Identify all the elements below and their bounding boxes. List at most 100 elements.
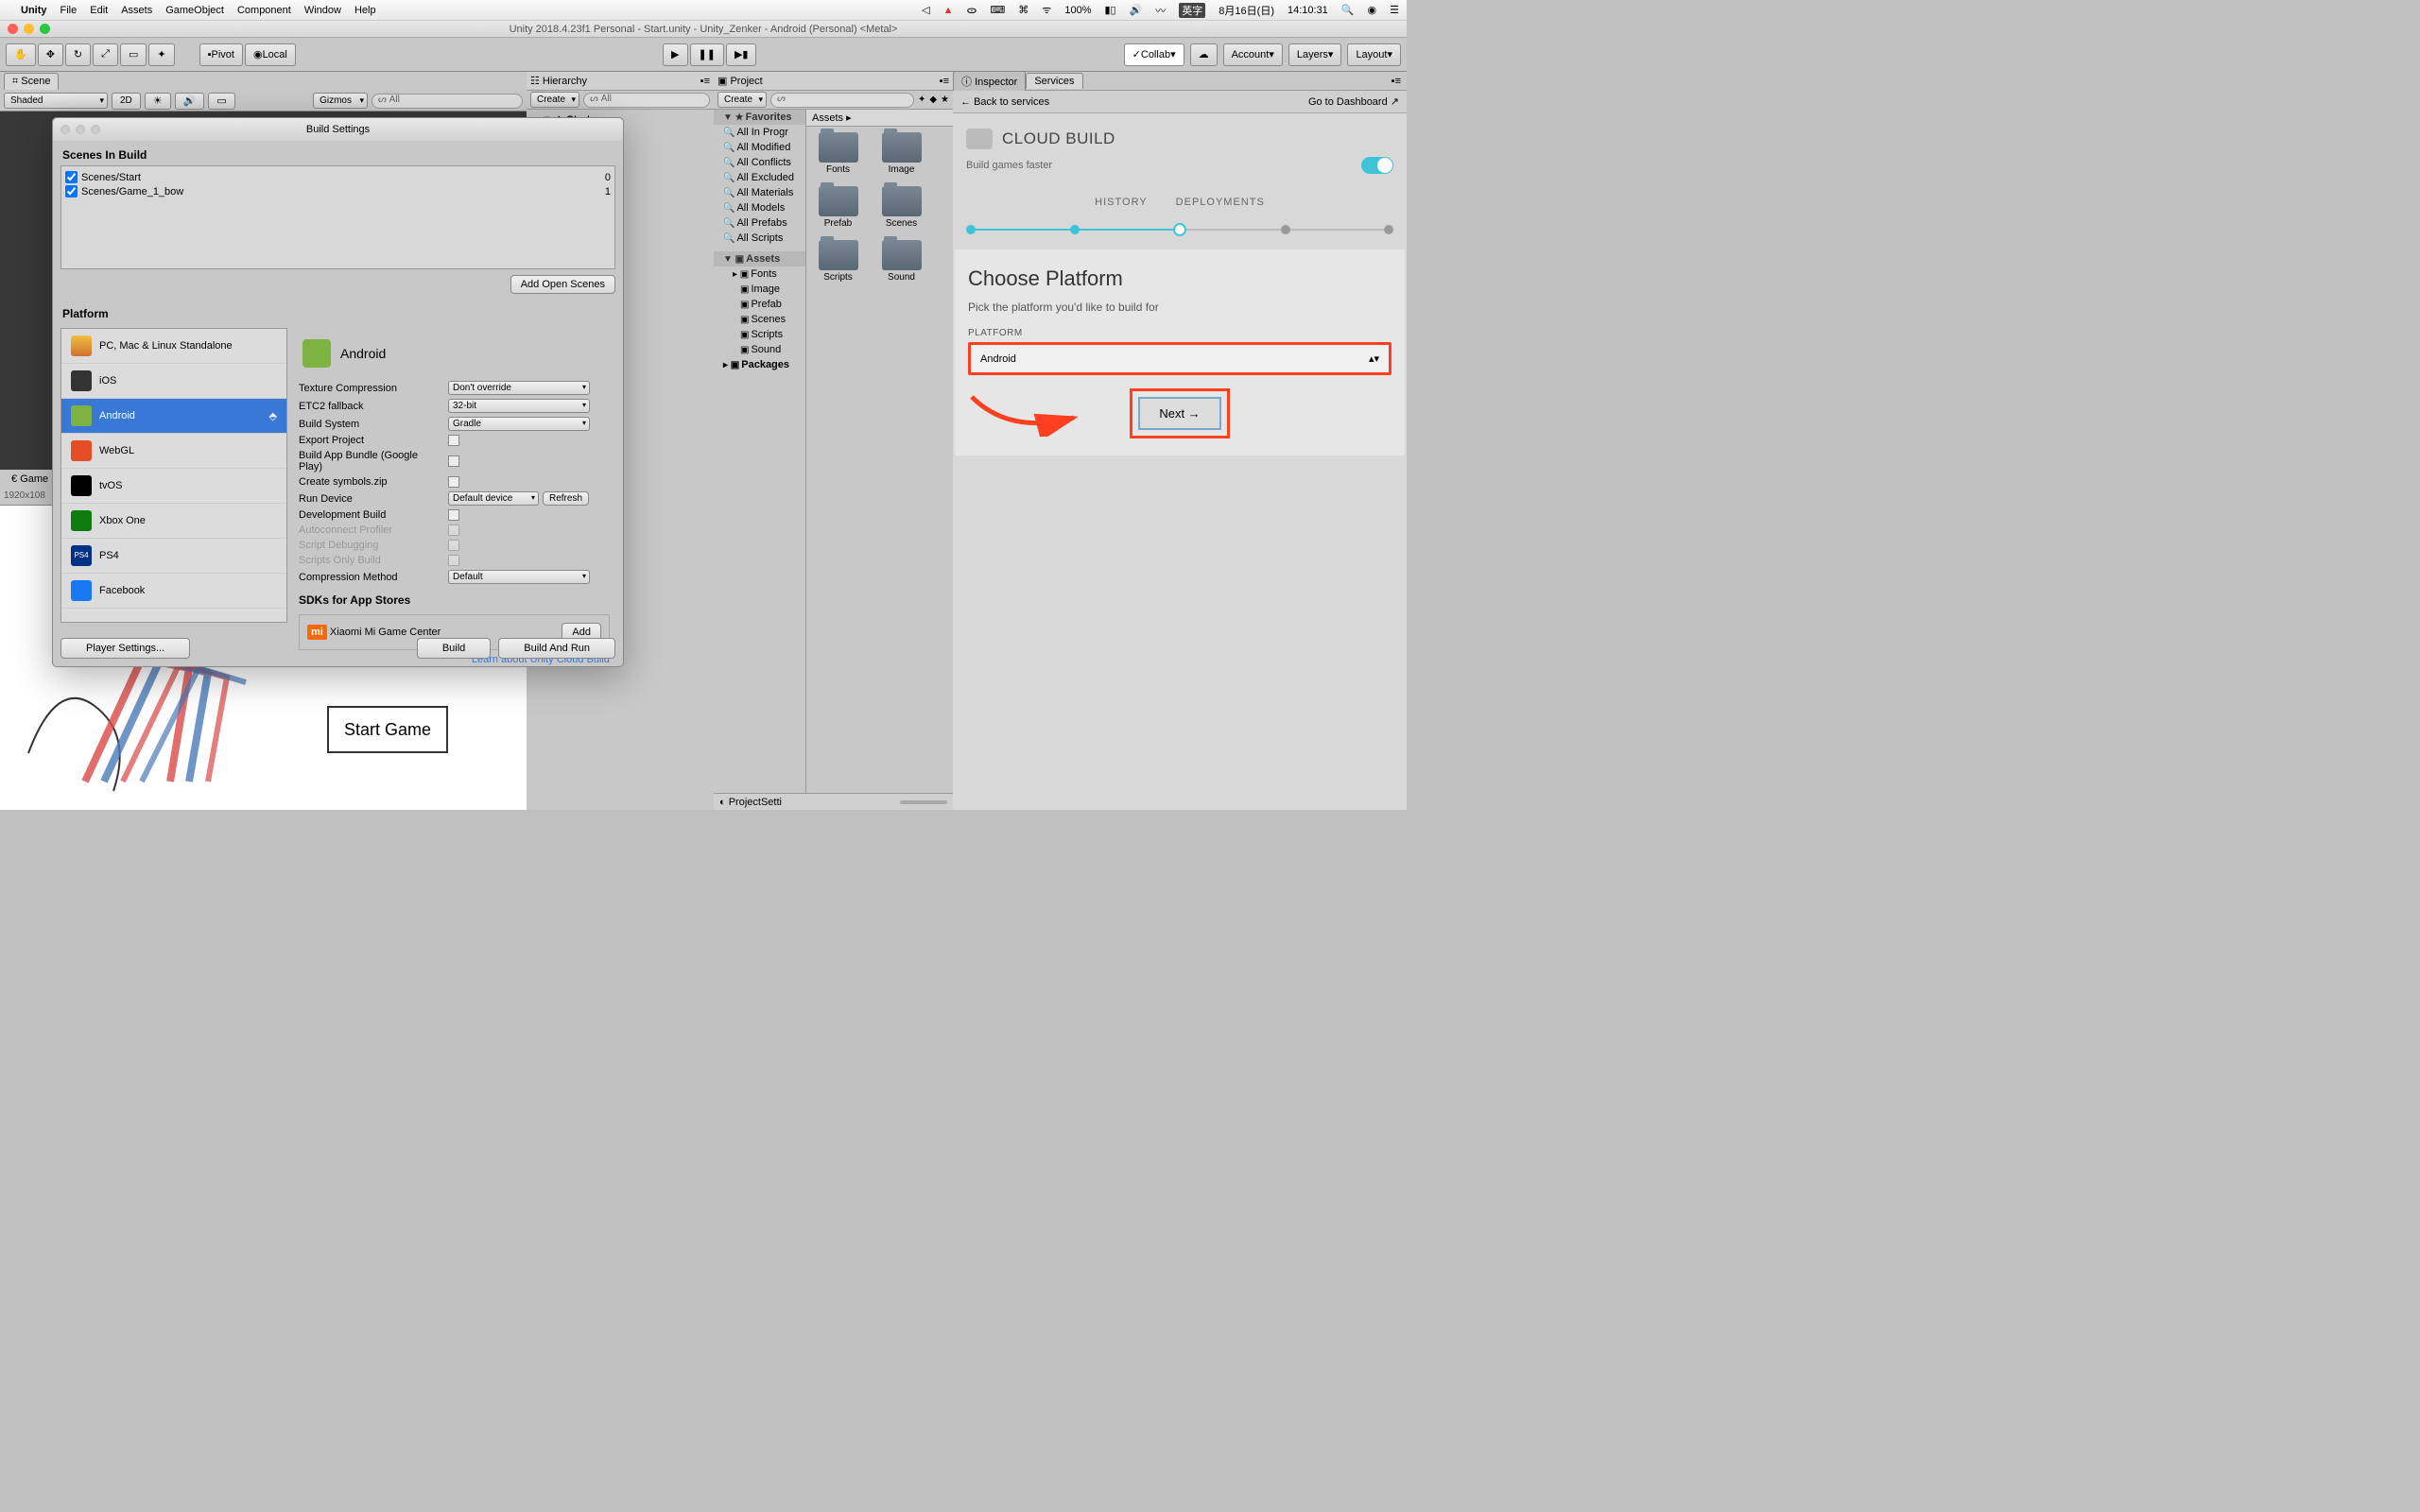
- scenes-list[interactable]: Scenes/Start0 Scenes/Game_1_bow1: [60, 165, 615, 269]
- asset-folder[interactable]: ▸ ▣ Fonts: [714, 266, 805, 282]
- menu-file[interactable]: File: [60, 5, 78, 16]
- fav-item[interactable]: 🔍 All Models: [714, 200, 805, 215]
- minimize-window-icon[interactable]: [24, 24, 34, 34]
- history-tab[interactable]: HISTORY: [1095, 197, 1148, 208]
- deployments-tab[interactable]: DEPLOYMENTS: [1176, 197, 1265, 208]
- menu-help[interactable]: Help: [354, 5, 376, 16]
- asset-folder[interactable]: ▣ Prefab: [714, 297, 805, 312]
- scene-checkbox[interactable]: [65, 171, 78, 183]
- start-game-button[interactable]: Start Game: [327, 706, 448, 753]
- spotlight-icon[interactable]: 🔍: [1341, 4, 1355, 16]
- volume-icon[interactable]: 🔊: [1130, 4, 1143, 16]
- fav-item[interactable]: 🔍 All Materials: [714, 185, 805, 200]
- next-button[interactable]: Next →: [1138, 397, 1220, 430]
- audio-toggle[interactable]: 🔊: [175, 93, 205, 110]
- rect-tool[interactable]: ▭: [120, 43, 147, 66]
- scene-checkbox[interactable]: [65, 185, 78, 198]
- folder-image[interactable]: Image: [875, 132, 927, 175]
- project-search[interactable]: ᔕ: [770, 93, 914, 108]
- platform-tvos[interactable]: tvOS: [61, 469, 286, 504]
- fav-item[interactable]: 🔍 All Conflicts: [714, 155, 805, 170]
- platform-ios[interactable]: iOS: [61, 364, 286, 399]
- folder-fonts[interactable]: Fonts: [812, 132, 864, 175]
- layout-dropdown[interactable]: Layout ▾: [1347, 43, 1401, 66]
- step-button[interactable]: ▶▮: [726, 43, 757, 66]
- services-tab[interactable]: Services: [1026, 73, 1082, 89]
- assets-header[interactable]: ▼ ▣ Assets: [714, 251, 805, 266]
- command-icon[interactable]: ⌘: [1018, 4, 1028, 16]
- scene-tab[interactable]: ⌗ Scene: [4, 73, 59, 90]
- scene-row[interactable]: Scenes/Game_1_bow1: [65, 184, 611, 198]
- game-tab[interactable]: € Game: [4, 472, 56, 487]
- platform-standalone[interactable]: PC, Mac & Linux Standalone: [61, 329, 286, 364]
- local-toggle[interactable]: ◉ Local: [245, 43, 296, 66]
- asset-folder[interactable]: ▣ Sound: [714, 342, 805, 357]
- menu-window[interactable]: Window: [304, 5, 341, 16]
- pause-button[interactable]: ❚❚: [690, 43, 724, 66]
- ime-indicator[interactable]: 英字: [1179, 3, 1205, 18]
- panel-menu-icon[interactable]: ▪≡: [1386, 76, 1407, 87]
- filter-type-icon[interactable]: ◆: [929, 94, 937, 105]
- folder-prefab[interactable]: Prefab: [812, 186, 864, 229]
- cloud-build-toggle[interactable]: [1361, 157, 1393, 174]
- battery-icon[interactable]: ▮▯: [1104, 4, 1115, 16]
- packages-header[interactable]: ▸ ▣ Packages: [714, 357, 805, 372]
- asset-folder[interactable]: ▣ Image: [714, 282, 805, 297]
- asset-folder[interactable]: ▣ Scenes: [714, 312, 805, 327]
- 2d-toggle[interactable]: 2D: [112, 93, 141, 110]
- panel-menu-icon[interactable]: ▪≡: [700, 76, 710, 87]
- asset-folder[interactable]: ▣ Scripts: [714, 327, 805, 342]
- platform-android[interactable]: Android⬘: [61, 399, 286, 434]
- scene-row[interactable]: Scenes/Start0: [65, 170, 611, 184]
- warning-icon[interactable]: ▲: [943, 5, 954, 16]
- account-dropdown[interactable]: Account ▾: [1223, 43, 1283, 66]
- notification-icon[interactable]: ☰: [1390, 4, 1399, 16]
- fav-item[interactable]: 🔍 All Modified: [714, 140, 805, 155]
- keyboard-icon[interactable]: ⌨: [990, 4, 1005, 16]
- project-create[interactable]: Create: [717, 92, 767, 108]
- menu-edit[interactable]: Edit: [90, 5, 108, 16]
- close-window-icon[interactable]: [8, 24, 18, 34]
- symbols-checkbox[interactable]: [448, 476, 459, 488]
- platform-facebook[interactable]: Facebook: [61, 574, 286, 609]
- project-tab[interactable]: ▣ Project: [717, 75, 763, 87]
- bundle-checkbox[interactable]: [448, 455, 459, 467]
- add-open-scenes-button[interactable]: Add Open Scenes: [510, 275, 615, 294]
- menu-assets[interactable]: Assets: [121, 5, 152, 16]
- texcomp-select[interactable]: Don't override: [448, 381, 590, 395]
- hierarchy-tab[interactable]: ☷ Hierarchy: [530, 75, 587, 87]
- go-to-dashboard[interactable]: Go to Dashboard ↗: [1308, 95, 1399, 108]
- build-button[interactable]: Build: [417, 638, 491, 659]
- folder-scenes[interactable]: Scenes: [875, 186, 927, 229]
- cloud-icon[interactable]: ☁: [1190, 43, 1218, 66]
- hierarchy-create[interactable]: Create: [530, 92, 579, 108]
- hand-tool[interactable]: ✋: [6, 43, 36, 66]
- fav-item[interactable]: 🔍 All Prefabs: [714, 215, 805, 231]
- pivot-toggle[interactable]: ▪ Pivot: [199, 43, 243, 66]
- platform-dropdown[interactable]: Android▴▾: [968, 342, 1392, 375]
- fav-item[interactable]: 🔍 All Scripts: [714, 231, 805, 246]
- build-and-run-button[interactable]: Build And Run: [498, 638, 615, 659]
- scene-search[interactable]: ᔕ All: [372, 94, 523, 109]
- platform-xboxone[interactable]: Xbox One: [61, 504, 286, 539]
- compmethod-select[interactable]: Default: [448, 570, 590, 584]
- folder-scripts[interactable]: Scripts: [812, 240, 864, 283]
- menu-component[interactable]: Component: [237, 5, 291, 16]
- inspector-tab[interactable]: ⓘ Inspector: [953, 71, 1026, 91]
- dialog-title-bar[interactable]: Build Settings: [53, 118, 623, 141]
- fx-toggle[interactable]: ▭: [208, 93, 234, 110]
- grid-size-slider[interactable]: [900, 800, 947, 804]
- layers-dropdown[interactable]: Layers ▾: [1288, 43, 1342, 66]
- gizmos-dropdown[interactable]: Gizmos: [313, 93, 368, 109]
- export-checkbox[interactable]: [448, 435, 459, 446]
- etc-select[interactable]: 32-bit: [448, 399, 590, 413]
- wifi-icon[interactable]: ᯤ: [1042, 3, 1051, 17]
- project-breadcrumb[interactable]: Assets ▸: [806, 110, 953, 127]
- traffic-lights[interactable]: [8, 24, 50, 34]
- app-name[interactable]: Unity: [21, 5, 47, 16]
- siri-icon[interactable]: ◉: [1368, 4, 1377, 16]
- filter-icon[interactable]: ✦: [918, 94, 925, 105]
- light-toggle[interactable]: ☀: [145, 93, 171, 110]
- fav-item[interactable]: 🔍 All In Progr: [714, 125, 805, 140]
- rotate-tool[interactable]: ↻: [65, 43, 91, 66]
